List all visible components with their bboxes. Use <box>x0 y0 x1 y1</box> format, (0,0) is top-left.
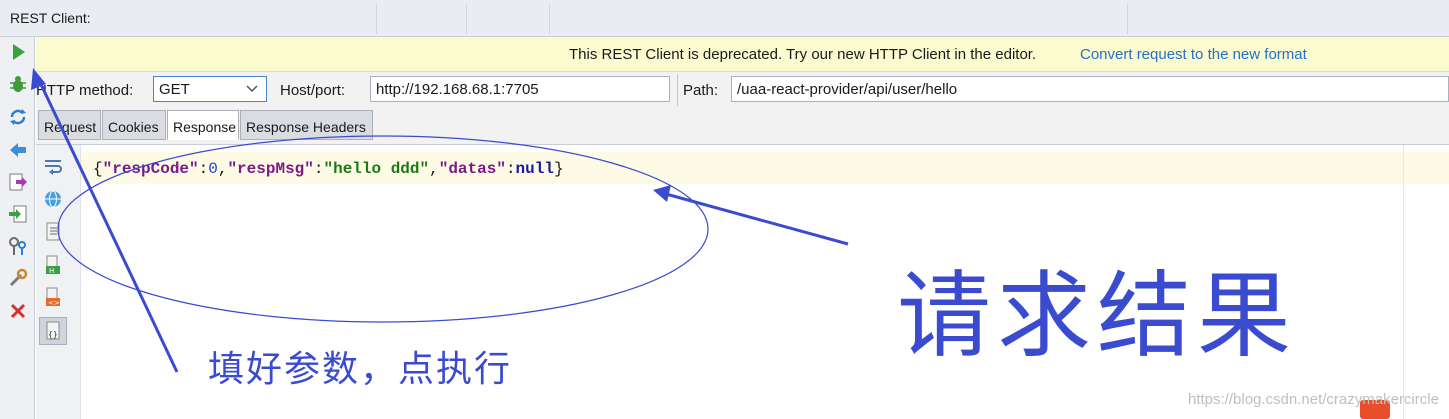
annotation-result: 请求结果 <box>897 262 1298 371</box>
deprecation-banner: This REST Client is deprecated. Try our … <box>36 37 1449 72</box>
json-brace: { <box>93 160 103 178</box>
xml-file-icon[interactable]: <> <box>42 286 64 308</box>
debug-icon[interactable] <box>7 74 29 96</box>
json-colon: : <box>505 160 516 178</box>
wrap-icon[interactable] <box>42 155 64 177</box>
globe-icon[interactable] <box>42 188 64 210</box>
svg-text:H: H <box>49 267 54 275</box>
import-icon[interactable] <box>7 203 29 225</box>
back-icon[interactable] <box>7 139 29 161</box>
run-icon[interactable] <box>7 41 29 63</box>
window-titlebar: REST Client: <box>0 0 1449 37</box>
json-null: null <box>515 160 554 178</box>
json-key: "respCode" <box>102 160 199 178</box>
title-divider <box>376 4 377 34</box>
title-divider <box>1127 4 1128 34</box>
tab-response-headers[interactable]: Response Headers <box>240 110 373 140</box>
host-port-input[interactable]: http://192.168.68.1:7705 <box>370 76 670 102</box>
http-method-value: GET <box>159 81 190 98</box>
keys-icon[interactable] <box>7 235 29 257</box>
json-comma: , <box>217 160 228 178</box>
right-margin-guide <box>1403 145 1404 419</box>
html-file-icon[interactable]: H <box>42 254 64 276</box>
json-brace: } <box>553 160 564 178</box>
svg-text:<>: <> <box>48 299 60 307</box>
row-divider <box>677 74 678 106</box>
watermark-text: https://blog.csdn.net/crazymakercircle <box>1188 391 1439 408</box>
response-view-toolbar: H <> {} <box>36 145 81 419</box>
json-number: 0 <box>208 160 218 178</box>
http-method-label: HTTP method: <box>36 82 134 99</box>
rest-client-toolbar <box>0 37 35 419</box>
json-file-icon[interactable]: {} <box>39 317 67 345</box>
annotation-fill-params: 填好参数，点执行 <box>208 349 513 390</box>
json-colon: : <box>198 160 209 178</box>
path-label: Path: <box>683 82 719 99</box>
json-key: "datas" <box>438 160 506 178</box>
json-string: "hello ddd" <box>323 160 430 178</box>
tab-response[interactable]: Response <box>167 110 239 140</box>
request-row: HTTP method: GET Host/port: http://192.1… <box>36 72 1449 108</box>
response-body: {"respCode":0,"respMsg":"hello ddd","dat… <box>93 160 564 178</box>
convert-request-link[interactable]: Convert request to the new format <box>1080 46 1307 63</box>
export-icon[interactable] <box>7 171 29 193</box>
close-icon[interactable] <box>7 300 29 322</box>
title-divider <box>466 4 467 34</box>
window-title: REST Client: <box>10 10 91 26</box>
path-input[interactable]: /uaa-react-provider/api/user/hello <box>731 76 1449 102</box>
host-port-label: Host/port: <box>280 82 346 99</box>
chevron-down-icon <box>246 85 258 93</box>
json-key: "respMsg" <box>227 160 314 178</box>
text-file-icon[interactable] <box>42 221 64 243</box>
tab-cookies[interactable]: Cookies <box>102 110 166 140</box>
banner-message: This REST Client is deprecated. Try our … <box>569 46 1037 63</box>
json-comma: , <box>429 160 439 178</box>
http-method-select[interactable]: GET <box>153 76 267 102</box>
tab-request[interactable]: Request <box>38 110 101 140</box>
svg-text:{}: {} <box>48 330 58 339</box>
request-response-tabs: Request Cookies Response Response Header… <box>36 108 1449 145</box>
title-divider <box>549 4 550 34</box>
settings-icon[interactable] <box>7 267 29 289</box>
refresh-icon[interactable] <box>7 106 29 128</box>
